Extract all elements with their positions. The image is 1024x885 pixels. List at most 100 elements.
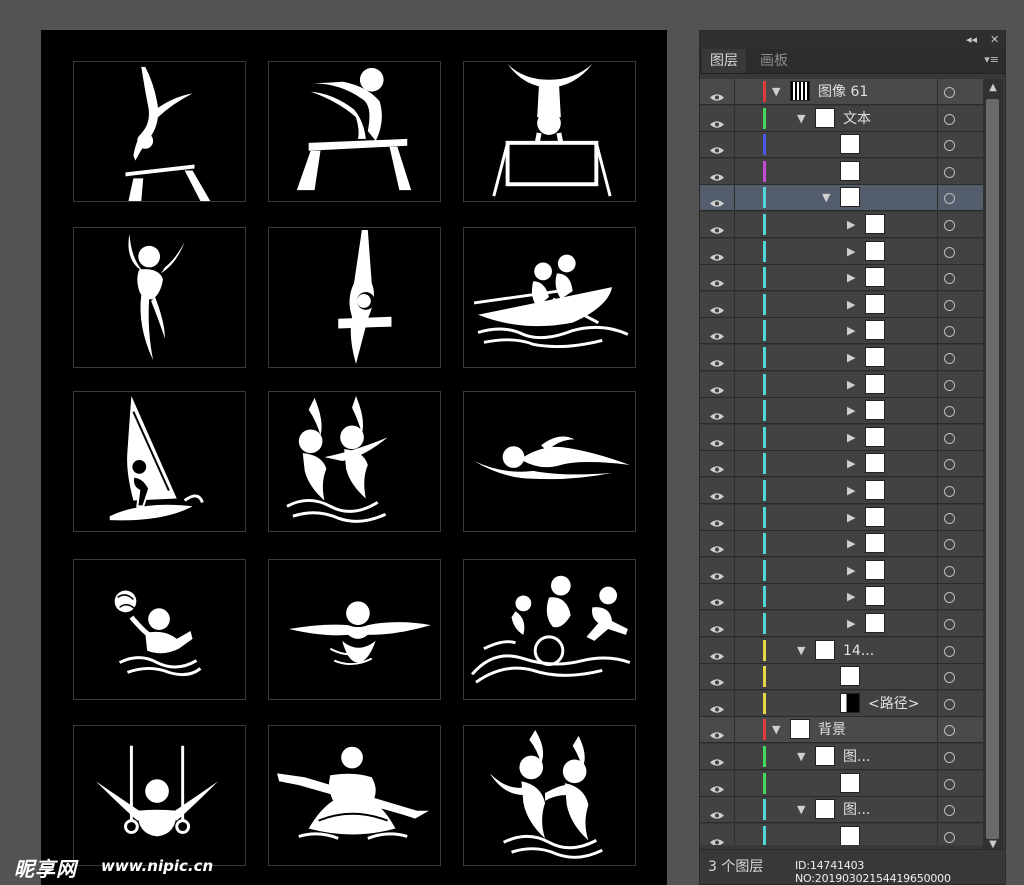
target-circle-icon[interactable] [944,778,955,790]
tile-gymnastics-balance[interactable] [73,61,246,202]
target-circle-icon[interactable] [944,805,955,817]
visibility-eye-icon[interactable] [710,539,724,553]
expand-down-arrow-icon[interactable]: ▼ [772,84,780,100]
visibility-eye-icon[interactable] [710,619,724,633]
collapse-panel-icon[interactable]: ◂◂ [966,32,977,48]
visibility-eye-icon[interactable] [710,459,724,474]
visibility-eye-icon[interactable] [710,592,724,607]
visibility-eye-icon[interactable] [710,752,724,766]
tile-water-polo[interactable] [73,559,246,700]
visibility-eye-icon[interactable] [710,486,724,500]
layer-row[interactable]: ▶ [700,611,983,637]
layer-row[interactable]: ▶ [700,371,983,398]
target-circle-icon[interactable] [944,166,955,178]
layer-name[interactable]: 图... [843,800,870,820]
visibility-eye-icon[interactable] [710,699,724,713]
visibility-eye-icon[interactable] [710,167,724,181]
tile-butterfly[interactable] [268,559,441,700]
layer-row[interactable]: ▶ [700,238,983,265]
target-circle-icon[interactable] [944,565,955,577]
layer-row[interactable]: ▼ [700,185,983,212]
target-circle-icon[interactable] [944,87,955,98]
visibility-eye-icon[interactable] [710,114,724,128]
target-circle-icon[interactable] [944,725,955,737]
tile-diver[interactable] [268,227,441,368]
artboard-canvas[interactable] [41,30,667,885]
visibility-eye-icon[interactable] [710,646,724,660]
visibility-eye-icon[interactable] [710,672,724,686]
layer-row[interactable]: <路径> [700,690,983,717]
target-circle-icon[interactable] [944,353,955,364]
layer-name[interactable]: 图像 61 [818,82,868,102]
layer-row[interactable] [700,664,983,691]
visibility-eye-icon[interactable] [710,832,724,845]
layer-row[interactable]: ▶ [700,345,983,371]
layer-row[interactable]: ▶ [700,398,983,425]
target-circle-icon[interactable] [944,193,955,205]
layer-row[interactable]: ▶ [700,318,983,345]
visibility-eye-icon[interactable] [710,353,724,367]
layer-name[interactable]: 图... [843,747,870,767]
layer-name[interactable]: <路径> [868,694,919,714]
expand-right-arrow-icon[interactable]: ▶ [847,270,855,286]
layer-row[interactable]: ▶ [700,265,983,292]
expand-right-arrow-icon[interactable]: ▶ [847,536,855,552]
tile-triathlon[interactable] [463,559,636,700]
layers-scrollbar[interactable]: ▲ ▼ [983,79,1003,853]
target-circle-icon[interactable] [944,220,955,231]
target-circle-icon[interactable] [944,539,955,551]
layer-row[interactable] [700,823,983,845]
target-circle-icon[interactable] [944,645,955,657]
layer-row[interactable]: ▶ [700,212,983,238]
expand-right-arrow-icon[interactable]: ▶ [847,377,855,393]
expand-right-arrow-icon[interactable]: ▶ [847,350,855,366]
layer-name[interactable]: 背景 [818,720,846,740]
visibility-eye-icon[interactable] [710,273,724,287]
tile-still-rings[interactable] [73,725,246,866]
tile-kayak[interactable] [268,725,441,866]
layer-row[interactable] [700,158,983,185]
visibility-eye-icon[interactable] [710,87,724,101]
visibility-eye-icon[interactable] [710,380,724,394]
scroll-thumb[interactable] [986,99,999,839]
expand-right-arrow-icon[interactable]: ▶ [847,323,855,339]
layer-row[interactable]: ▶ [700,584,983,611]
visibility-eye-icon[interactable] [710,140,724,154]
expand-right-arrow-icon[interactable]: ▶ [847,563,855,579]
target-circle-icon[interactable] [944,432,955,444]
visibility-eye-icon[interactable] [710,247,724,261]
expand-right-arrow-icon[interactable]: ▶ [847,589,855,605]
expand-down-arrow-icon[interactable]: ▼ [797,643,805,659]
target-circle-icon[interactable] [944,246,955,258]
layer-row[interactable] [700,770,983,797]
expand-right-arrow-icon[interactable]: ▶ [847,616,855,632]
layer-row[interactable]: ▶ [700,478,983,504]
layer-row[interactable]: ▶ [700,531,983,558]
tab-layers[interactable]: 图层 [702,49,746,73]
panel-menu-icon[interactable]: ▾≡ [984,53,999,66]
layer-row[interactable]: ▶ [700,451,983,478]
visibility-eye-icon[interactable] [710,326,724,341]
tile-synchro-swim[interactable] [268,391,441,532]
layer-row[interactable]: ▼ 背景 [700,717,983,744]
visibility-eye-icon[interactable] [710,566,724,580]
target-circle-icon[interactable] [944,486,955,497]
expand-right-arrow-icon[interactable]: ▶ [847,510,855,526]
layer-row[interactable]: ▶ [700,291,983,318]
target-circle-icon[interactable] [944,672,955,684]
target-circle-icon[interactable] [944,619,955,630]
visibility-eye-icon[interactable] [710,779,724,793]
expand-down-arrow-icon[interactable]: ▼ [772,722,780,738]
layer-row[interactable]: ▼ 图像 61 [700,79,983,105]
target-circle-icon[interactable] [944,379,955,391]
expand-down-arrow-icon[interactable]: ▼ [797,802,805,818]
expand-right-arrow-icon[interactable]: ▶ [847,403,855,419]
visibility-eye-icon[interactable] [710,725,724,740]
target-circle-icon[interactable] [944,406,955,418]
tile-synchro-duo[interactable] [463,725,636,866]
visibility-eye-icon[interactable] [710,220,724,234]
target-circle-icon[interactable] [944,698,955,710]
layer-row[interactable]: ▼ 图... [700,797,983,824]
layer-row[interactable]: ▶ [700,504,983,531]
tile-freestyle[interactable] [463,391,636,532]
